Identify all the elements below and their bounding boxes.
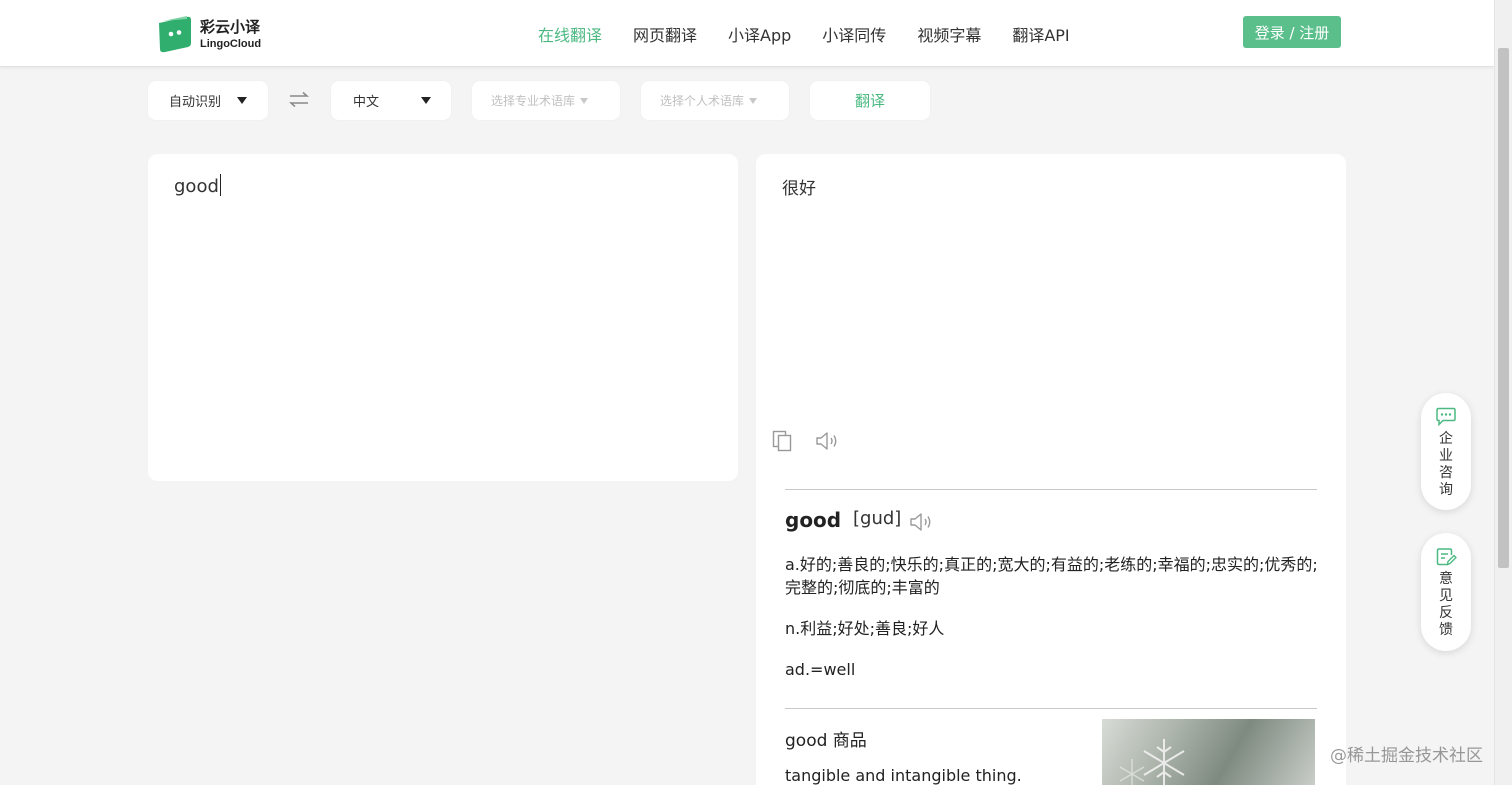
source-text-input[interactable]: good bbox=[174, 174, 221, 197]
divider bbox=[785, 708, 1317, 709]
nav-online-translate[interactable]: 在线翻译 bbox=[538, 22, 602, 46]
chat-bubble-icon bbox=[1436, 407, 1456, 427]
source-language-label: 自动识别 bbox=[169, 95, 222, 110]
pronunciation-speaker-icon[interactable] bbox=[909, 511, 935, 533]
definition-adjective: a.好的;善良的;快乐的;真正的;宽大的;有益的;老练的;幸福的;忠实的;优秀的… bbox=[785, 555, 1318, 597]
dictionary-headword: good bbox=[785, 508, 842, 532]
main-nav: 在线翻译 网页翻译 小译App 小译同传 视频字幕 翻译API bbox=[538, 0, 1101, 67]
top-header: 彩云小译 LingoCloud 在线翻译 网页翻译 小译App 小译同传 视频字… bbox=[0, 0, 1494, 67]
copy-icon[interactable] bbox=[772, 430, 794, 452]
chevron-down-icon bbox=[580, 97, 589, 104]
logo-name-cn: 彩云小译 bbox=[200, 17, 261, 36]
swap-languages-icon[interactable] bbox=[287, 88, 311, 112]
speaker-icon[interactable] bbox=[815, 430, 841, 452]
logo-name-en: LingoCloud bbox=[200, 37, 262, 50]
feedback-button[interactable]: 意见反馈 bbox=[1421, 533, 1471, 651]
scrollbar-thumb[interactable] bbox=[1498, 48, 1509, 568]
nav-web-translate[interactable]: 网页翻译 bbox=[633, 22, 697, 46]
example-title: good 商品 bbox=[785, 731, 867, 751]
dictionary-phonetic: [gud] bbox=[853, 508, 902, 529]
divider bbox=[785, 489, 1317, 490]
translate-button[interactable]: 翻译 bbox=[810, 81, 930, 120]
definition-adverb: ad.=well bbox=[785, 660, 856, 679]
nav-api[interactable]: 翻译API bbox=[1012, 22, 1069, 46]
snowflake-image bbox=[1119, 739, 1185, 785]
example-body: tangible and intangible thing. bbox=[785, 766, 1022, 785]
logo-icon bbox=[159, 16, 191, 53]
source-input-panel[interactable]: good bbox=[148, 154, 738, 481]
target-language-select[interactable]: 中文 bbox=[331, 81, 451, 120]
text-cursor bbox=[219, 174, 221, 196]
login-register-button[interactable]: 登录 / 注册 bbox=[1243, 16, 1341, 48]
nav-simultaneous[interactable]: 小译同传 bbox=[822, 22, 886, 46]
translation-text: 很好 bbox=[782, 179, 816, 199]
target-language-label: 中文 bbox=[353, 95, 380, 110]
nav-app[interactable]: 小译App bbox=[728, 22, 791, 46]
feedback-label: 意见反馈 bbox=[1439, 571, 1453, 638]
chevron-down-icon bbox=[237, 97, 248, 104]
translate-button-label: 翻译 bbox=[854, 92, 885, 110]
chevron-down-icon bbox=[421, 97, 432, 104]
pro-glossary-select[interactable]: 选择专业术语库 bbox=[472, 81, 620, 120]
source-language-select[interactable]: 自动识别 bbox=[148, 81, 268, 120]
pro-glossary-placeholder: 选择专业术语库 bbox=[491, 94, 576, 108]
translation-output-panel: 很好 good [gud] a.好的;善良的;快乐的;真正的;宽大的;有益的;老… bbox=[756, 154, 1346, 785]
chevron-down-icon bbox=[749, 97, 758, 104]
enterprise-consult-button[interactable]: 企业咨询 bbox=[1421, 393, 1471, 510]
personal-glossary-placeholder: 选择个人术语库 bbox=[660, 94, 745, 108]
source-text: good bbox=[174, 176, 219, 197]
personal-glossary-select[interactable]: 选择个人术语库 bbox=[641, 81, 789, 120]
enterprise-consult-label: 企业咨询 bbox=[1439, 431, 1453, 498]
nav-video-subtitles[interactable]: 视频字幕 bbox=[917, 22, 981, 46]
feedback-edit-icon bbox=[1436, 548, 1457, 566]
logo[interactable]: 彩云小译 LingoCloud bbox=[157, 15, 261, 53]
example-image bbox=[1102, 719, 1315, 785]
page-scrollbar[interactable] bbox=[1494, 0, 1512, 785]
definition-noun: n.利益;好处;善良;好人 bbox=[785, 619, 945, 638]
watermark: @稀土掘金技术社区 bbox=[1330, 746, 1483, 766]
